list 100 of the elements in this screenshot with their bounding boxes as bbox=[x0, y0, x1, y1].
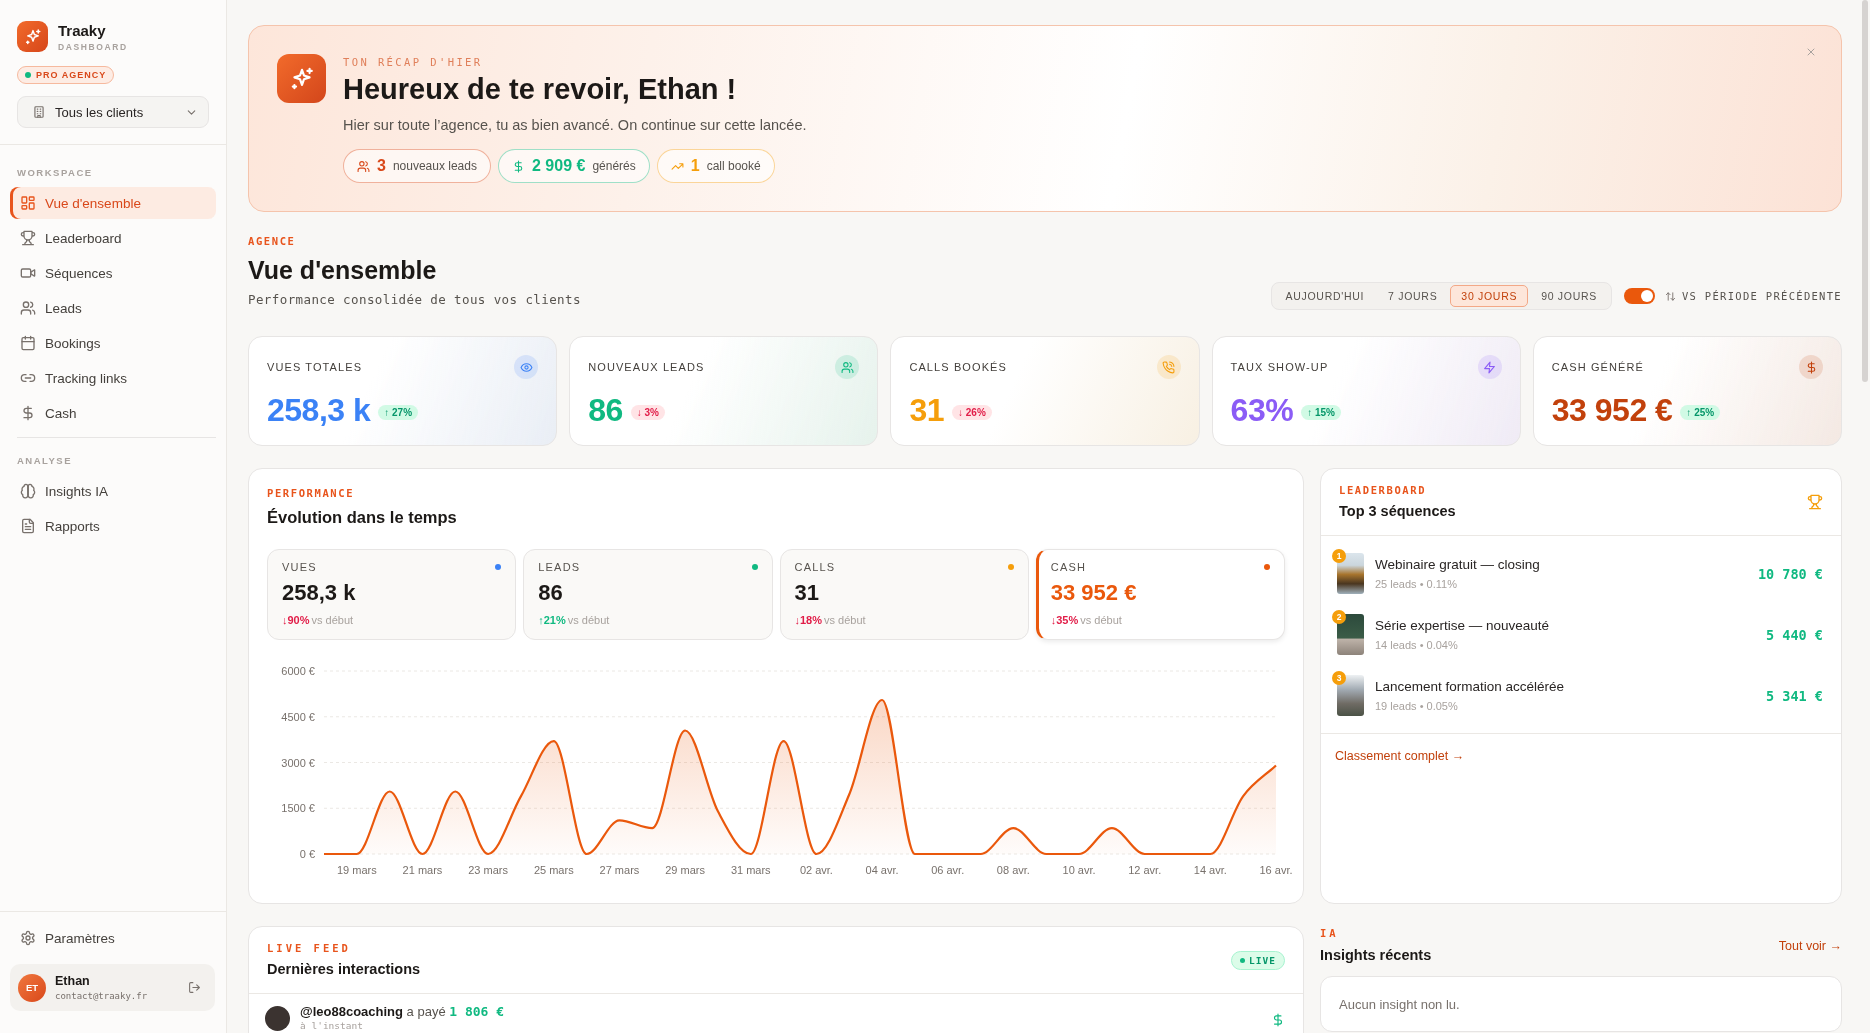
metric-tile[interactable]: VUES 258,3 k ↓90% vs début bbox=[267, 549, 517, 640]
page-title: Vue d'ensemble bbox=[248, 258, 438, 282]
metric-delta: ↓90% bbox=[282, 613, 310, 627]
metric-note: vs début bbox=[311, 613, 354, 627]
period-tab[interactable]: 30 JOURS bbox=[1450, 285, 1529, 307]
kpi-value: 31 bbox=[909, 392, 944, 428]
delta-badge: ↑ 25% bbox=[1680, 404, 1721, 420]
document-icon bbox=[20, 518, 36, 534]
metric-delta: ↑21% bbox=[538, 613, 566, 627]
banner-eyebrow: TON RÉCAP D'HIER bbox=[343, 55, 484, 69]
kpi-label: CASH GÉNÉRÉ bbox=[1551, 361, 1644, 373]
photo-placeholder bbox=[1337, 675, 1364, 716]
empty-message: Aucun insight non lu. bbox=[1339, 996, 1460, 1012]
metric-label: VUES bbox=[282, 561, 317, 573]
phone-icon bbox=[1156, 355, 1181, 379]
metric-label: LEADS bbox=[538, 561, 581, 573]
section-eyebrow: IA bbox=[1320, 926, 1340, 940]
x-axis-label: 16 avr. bbox=[1259, 864, 1293, 876]
scrollbar-thumb[interactable] bbox=[1862, 0, 1868, 382]
kpi-label: CALLS BOOKÉS bbox=[909, 361, 1007, 373]
eye-icon bbox=[514, 355, 539, 379]
card-eyebrow: PERFORMANCE bbox=[267, 486, 356, 500]
metric-delta: ↓35% bbox=[1050, 613, 1079, 627]
period-tab[interactable]: 90 JOURS bbox=[1530, 285, 1608, 307]
x-axis-label: 19 mars bbox=[336, 864, 377, 876]
compare-toggle[interactable] bbox=[1623, 288, 1655, 304]
feed-text: @leo88coaching a payé 1 806 € bbox=[300, 1004, 505, 1020]
live-label: LIVE bbox=[1249, 954, 1276, 966]
trophy-icon bbox=[1807, 494, 1823, 510]
sequence-meta: 19 leads • 0.05% bbox=[1375, 698, 1459, 714]
sequence-revenue: 5 341 € bbox=[1766, 687, 1823, 704]
delta-badge: ↑ 27% bbox=[378, 404, 419, 420]
card-eyebrow: LEADERBOARD bbox=[1339, 483, 1428, 497]
photo-placeholder bbox=[1337, 614, 1364, 655]
card-title: Dernières interactions bbox=[267, 960, 421, 979]
nav-item[interactable]: Leads bbox=[10, 292, 216, 324]
nav-item[interactable]: Rapports bbox=[10, 510, 216, 542]
live-dot-icon bbox=[1240, 957, 1246, 963]
photo-placeholder bbox=[1337, 553, 1364, 594]
x-axis-label: 27 mars bbox=[599, 864, 640, 876]
nav-item[interactable]: Vue d'ensemble bbox=[10, 187, 216, 219]
nav-item[interactable]: Cash bbox=[10, 397, 216, 429]
lightning-icon bbox=[1477, 355, 1502, 379]
metric-tile[interactable]: CASH 33 952 € ↓35% vs début bbox=[1035, 549, 1285, 640]
brand-subtitle: DASHBOARD bbox=[58, 41, 128, 52]
nav-item[interactable]: Leaderboard bbox=[10, 222, 216, 254]
users-icon bbox=[357, 159, 370, 173]
nav-item[interactable]: Tracking links bbox=[10, 362, 216, 394]
client-select[interactable]: Tous les clients bbox=[17, 96, 209, 128]
feed-time: à l'instant bbox=[300, 1020, 364, 1032]
nav-section-title: WORKSPACE bbox=[16, 167, 94, 179]
chip-label: nouveaux leads bbox=[392, 159, 477, 173]
metric-tile[interactable]: CALLS 31 ↓18% vs début bbox=[779, 549, 1029, 640]
kpi-value: 33 952 € bbox=[1551, 392, 1673, 428]
metric-value: 31 bbox=[794, 580, 820, 606]
logout-icon[interactable] bbox=[188, 981, 201, 994]
full-ranking-link[interactable]: Classement complet → bbox=[1335, 749, 1465, 763]
x-axis-label: 25 mars bbox=[533, 864, 574, 876]
settings-link[interactable]: Paramètres bbox=[10, 922, 215, 954]
y-axis-label: 3000 € bbox=[281, 756, 315, 769]
y-axis-label: 6000 € bbox=[281, 665, 315, 677]
chip-value: 3 bbox=[377, 157, 386, 175]
period-tab[interactable]: 7 JOURS bbox=[1377, 285, 1449, 307]
logo-icon bbox=[17, 21, 48, 52]
metric-note: vs début bbox=[567, 613, 610, 627]
chip-label: call booké bbox=[706, 159, 761, 173]
nav-item[interactable]: Insights IA bbox=[10, 475, 216, 507]
x-axis-label: 04 avr. bbox=[865, 864, 899, 876]
metric-value: 86 bbox=[538, 580, 564, 606]
metric-label: CASH bbox=[1050, 561, 1087, 573]
x-axis-label: 14 avr. bbox=[1193, 864, 1227, 876]
close-icon[interactable] bbox=[1805, 46, 1817, 58]
swap-arrows-icon bbox=[1664, 290, 1676, 302]
metric-tile[interactable]: LEADS 86 ↑21% vs début bbox=[523, 549, 773, 640]
x-axis-label: 31 mars bbox=[730, 864, 771, 876]
sequence-meta: 25 leads • 0.11% bbox=[1375, 576, 1458, 592]
nav-item[interactable]: Bookings bbox=[10, 327, 216, 359]
banner-subtitle: Hier sur toute l’agence, tu as bien avancé. On continue sur cette lancée. bbox=[343, 116, 807, 135]
users-icon bbox=[835, 355, 860, 379]
chip-label: générés bbox=[592, 159, 636, 173]
sequence-revenue: 10 780 € bbox=[1757, 565, 1823, 582]
dollar-icon bbox=[20, 405, 36, 421]
rank-badge: 3 bbox=[1332, 671, 1346, 685]
grid-icon bbox=[20, 195, 36, 211]
card-eyebrow: LIVE FEED bbox=[267, 941, 352, 955]
nav-item[interactable]: Séquences bbox=[10, 257, 216, 289]
rank-badge: 1 bbox=[1332, 549, 1346, 563]
section-title: Insights récents bbox=[1320, 946, 1432, 965]
page-subtitle: Performance consolidée de tous vos clients bbox=[248, 291, 581, 309]
see-all-link[interactable]: Tout voir → bbox=[1778, 938, 1842, 953]
x-axis-label: 29 mars bbox=[665, 864, 705, 876]
brain-icon bbox=[20, 483, 36, 499]
kpi-label: TAUX SHOW-UP bbox=[1230, 361, 1329, 373]
brand-name: Traaky bbox=[58, 21, 107, 39]
delta-badge: ↑ 15% bbox=[1301, 404, 1341, 420]
card-title: Évolution dans le temps bbox=[267, 507, 458, 527]
user-email: contact@traaky.fr bbox=[55, 989, 148, 1002]
settings-icon bbox=[20, 930, 36, 946]
period-tab[interactable]: AUJOURD'HUI bbox=[1274, 285, 1376, 307]
kpi-value: 258,3 k bbox=[267, 392, 371, 428]
